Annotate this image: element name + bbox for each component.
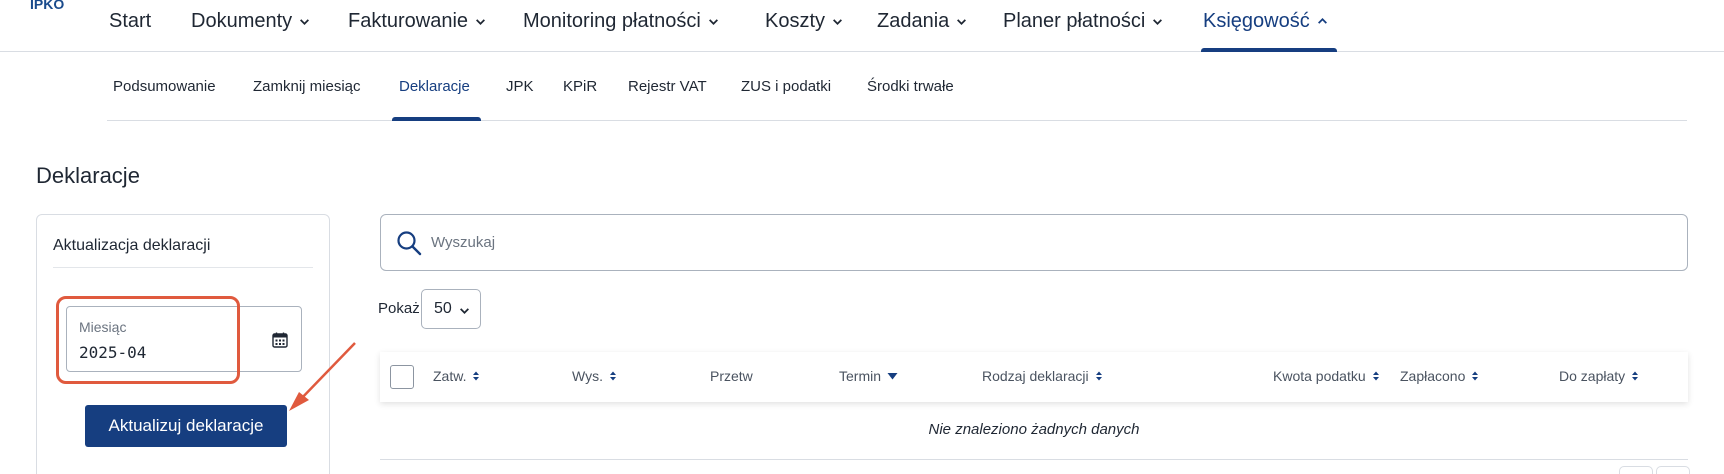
nav-item-label: Dokumenty <box>191 10 293 32</box>
page-size-value: 50 <box>434 300 452 317</box>
annotation-arrow-icon <box>289 342 356 411</box>
nav-item-start[interactable]: Start <box>109 10 151 33</box>
sort-icon <box>1095 371 1102 381</box>
nav-item-monitoring-platnosci[interactable]: Monitoring płatności <box>523 10 719 33</box>
sub-navigation: Podsumowanie Zamknij miesiąc Deklaracje … <box>107 52 1687 121</box>
panel-divider <box>53 267 313 268</box>
column-label: Zatw. <box>433 368 467 384</box>
sort-icon <box>1472 371 1479 381</box>
column-header-rodzaj-deklaracji[interactable]: Rodzaj deklaracji <box>982 368 1103 384</box>
subnav-item-rejestr-vat[interactable]: Rejestr VAT <box>628 78 707 95</box>
sort-icon <box>1632 371 1639 381</box>
chevron-down-icon <box>300 19 310 25</box>
table-header: Zatw. Wys. Przetw Termin Rodzaj deklarac… <box>380 352 1688 402</box>
column-header-do-zaplaty[interactable]: Do zapłaty <box>1559 368 1639 384</box>
annotation-highlight-box <box>56 296 240 384</box>
subnav-item-zus-i-podatki[interactable]: ZUS i podatki <box>741 78 831 95</box>
column-label: Kwota podatku <box>1273 368 1366 384</box>
subnav-item-srodki-trwale[interactable]: Środki trwałe <box>867 78 954 95</box>
column-label: Rodzaj deklaracji <box>982 368 1089 384</box>
nav-item-dokumenty[interactable]: Dokumenty <box>191 10 310 33</box>
page-size-select[interactable]: 50 <box>421 289 481 329</box>
column-header-przetw: Przetw <box>710 368 753 384</box>
chevron-down-icon <box>708 19 718 25</box>
search-icon <box>397 231 422 256</box>
update-declarations-button[interactable]: Aktualizuj deklaracje <box>85 405 287 447</box>
column-header-termin[interactable]: Termin <box>839 368 898 384</box>
nav-item-label: Koszty <box>765 10 826 32</box>
column-label: Zapłacono <box>1400 368 1466 384</box>
panel-title: Aktualizacja deklaracji <box>53 237 211 254</box>
column-header-zaplacono[interactable]: Zapłacono <box>1400 368 1479 384</box>
nav-item-koszty[interactable]: Koszty <box>765 10 843 33</box>
pagination-previous-button[interactable] <box>1619 466 1653 474</box>
column-header-zatw[interactable]: Zatw. <box>433 368 480 384</box>
subnav-item-jpk[interactable]: JPK <box>506 78 534 95</box>
sort-icon <box>609 371 616 381</box>
nav-item-label: Start <box>109 10 152 32</box>
select-all-checkbox[interactable] <box>390 365 414 389</box>
column-header-kwota-podatku[interactable]: Kwota podatku <box>1273 368 1380 384</box>
sort-icon <box>1372 371 1379 381</box>
chevron-down-icon <box>833 19 843 25</box>
nav-item-label: Planer płatności <box>1003 10 1146 32</box>
subnav-item-kpir[interactable]: KPiR <box>563 78 597 95</box>
page-size-label: Pokaż <box>378 300 420 317</box>
column-label: Do zapłaty <box>1559 368 1626 384</box>
pagination-next-button[interactable] <box>1656 466 1690 474</box>
subnav-item-podsumowanie[interactable]: Podsumowanie <box>113 78 216 95</box>
main-navigation: Start Dokumenty Fakturowanie Monitoring … <box>0 0 1724 52</box>
nav-item-label: Zadania <box>877 10 950 32</box>
page-title: Deklaracje <box>36 163 140 188</box>
column-label: Przetw <box>710 368 753 384</box>
column-header-wys[interactable]: Wys. <box>572 368 617 384</box>
chevron-up-icon <box>1317 18 1327 24</box>
nav-item-zadania[interactable]: Zadania <box>877 10 967 33</box>
column-label: Termin <box>839 368 882 384</box>
subnav-item-deklaracje[interactable]: Deklaracje <box>399 78 470 95</box>
nav-item-fakturowanie[interactable]: Fakturowanie <box>348 10 486 33</box>
empty-table-message: Nie znaleziono żadnych danych <box>928 421 1140 438</box>
nav-item-planer-platnosci[interactable]: Planer płatności <box>1003 10 1163 33</box>
sort-descending-icon <box>887 373 898 380</box>
search-input[interactable]: Wyszukaj <box>431 234 495 251</box>
subnav-item-zamknij-miesiac[interactable]: Zamknij miesiąc <box>253 78 361 95</box>
chevron-down-icon <box>1153 19 1163 25</box>
table-empty-row: Nie znaleziono żadnych danych <box>380 402 1688 460</box>
nav-item-ksiegowosc[interactable]: Księgowość <box>1203 10 1328 33</box>
column-label: Wys. <box>572 368 603 384</box>
nav-item-label: Fakturowanie <box>348 10 469 32</box>
nav-item-label: Monitoring płatności <box>523 10 701 32</box>
chevron-down-icon <box>460 308 469 314</box>
search-box[interactable]: Wyszukaj <box>380 214 1688 271</box>
sort-icon <box>473 371 480 381</box>
nav-item-label: Księgowość <box>1203 10 1310 32</box>
active-subnav-indicator <box>392 117 481 121</box>
chevron-down-icon <box>957 19 967 25</box>
chevron-down-icon <box>476 19 486 25</box>
